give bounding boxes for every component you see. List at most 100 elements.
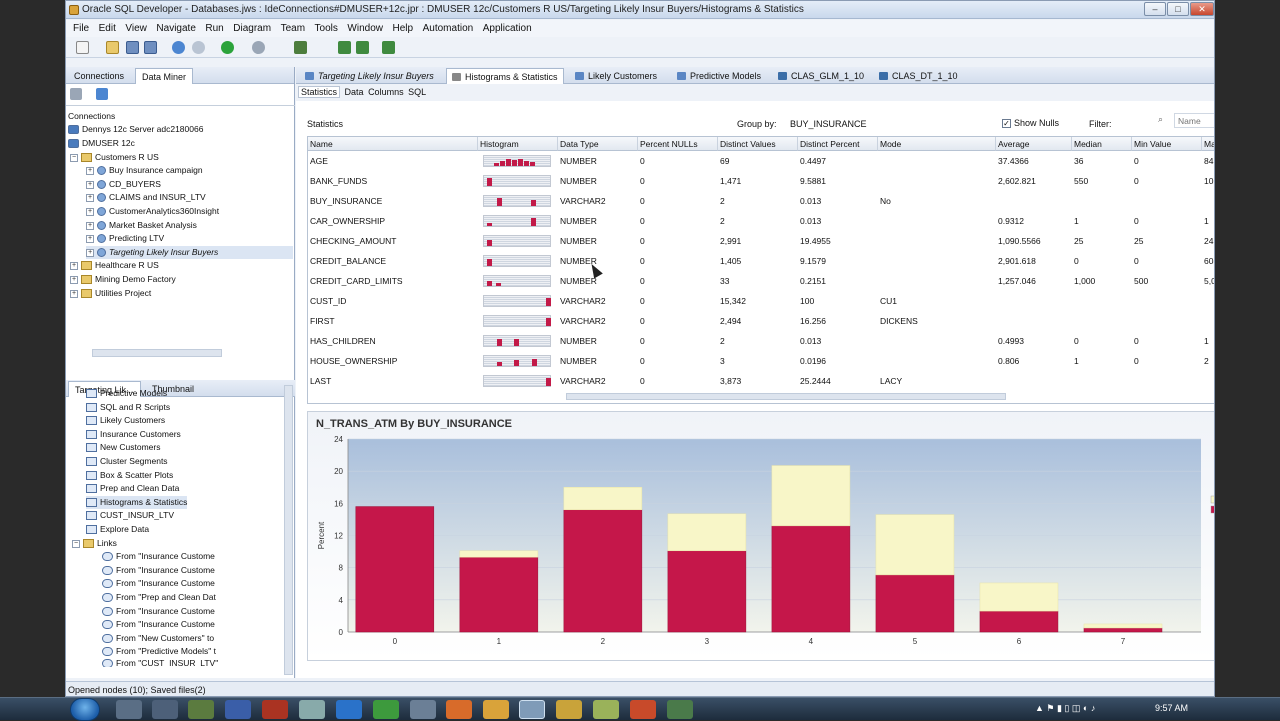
link-item[interactable]: From "Insurance Custome <box>102 605 215 618</box>
tab-connections[interactable]: Connections <box>68 68 130 84</box>
node-item[interactable]: Box & Scatter Plots <box>86 469 173 482</box>
filter-input[interactable] <box>1174 113 1214 128</box>
close-button[interactable]: ✕ <box>1190 2 1214 16</box>
histogram-sparkline[interactable] <box>483 255 551 267</box>
subtab-columns[interactable]: Columns <box>368 87 404 97</box>
table-row[interactable]: AGE NUMBER 0 69 0.4497 37.4366 36 0 84 <box>308 151 1214 171</box>
taskbar-r-icon[interactable] <box>225 700 251 719</box>
run-icon[interactable] <box>221 41 234 54</box>
node-item[interactable]: SQL and R Scripts <box>86 401 170 414</box>
col-header-histogram[interactable]: Histogram <box>478 137 558 151</box>
system-tray-icons[interactable]: ▲ ⚑ ▮ ▯ ◫ ◐ ♪ <box>1035 703 1115 715</box>
taskbar-chrome-icon[interactable] <box>373 700 399 719</box>
col-header-name[interactable]: Name <box>308 137 478 151</box>
link-item[interactable]: From "Insurance Custome <box>102 618 215 631</box>
histogram-sparkline[interactable] <box>483 155 551 167</box>
histogram-sparkline[interactable] <box>483 295 551 307</box>
col-header-distinct-values[interactable]: Distinct Values <box>718 137 798 151</box>
tree-server[interactable]: Dennys 12c Server adc2180066 <box>68 123 203 136</box>
tree-workflow-selected[interactable]: + Targeting Likely Insur Buyers <box>86 246 293 259</box>
subtab-statistics[interactable]: Statistics <box>298 86 341 98</box>
taskbar-app-icon[interactable] <box>188 700 214 719</box>
table-row[interactable]: HAS_CHILDREN NUMBER 0 2 0.013 0.4993 0 0 1 <box>308 331 1214 351</box>
menu-tools[interactable]: Tools <box>315 23 338 34</box>
subtab-sql[interactable]: SQL <box>408 87 426 97</box>
table-row[interactable]: FIRST VARCHAR2 0 2,494 16.256 DICKENS <box>308 311 1214 331</box>
taskbar-search-icon[interactable] <box>152 700 178 719</box>
histogram-sparkline[interactable] <box>483 215 551 227</box>
search-icon[interactable]: ⌕ <box>1158 114 1172 126</box>
report-icon[interactable] <box>356 41 369 54</box>
tab-clas-dt[interactable]: CLAS_DT_1_10 <box>874 68 963 84</box>
link-item[interactable]: From "Insurance Custome <box>102 550 215 563</box>
table-row[interactable]: CREDIT_CARD_LIMITS NUMBER 0 33 0.2151 1,257.0… <box>308 271 1214 291</box>
link-item[interactable]: From "Insurance Custome <box>102 577 215 590</box>
menu-automation[interactable]: Automation <box>423 23 474 34</box>
node-item[interactable]: CUST_INSUR_LTV <box>86 509 174 522</box>
node-item-selected[interactable]: Histograms & Statistics <box>86 496 188 509</box>
tree-dmuser[interactable]: DMUSER 12c <box>68 137 135 150</box>
col-header-distinct-percent[interactable]: Distinct Percent <box>798 137 878 151</box>
taskbar-app-icon[interactable] <box>556 700 582 719</box>
menu-team[interactable]: Team <box>281 23 305 34</box>
menu-edit[interactable]: Edit <box>99 23 116 34</box>
tab-predictive-models[interactable]: Predictive Models <box>672 68 766 84</box>
menu-navigate[interactable]: Navigate <box>156 23 195 34</box>
tree-project[interactable]: + Utilities Project <box>70 287 151 300</box>
save-icon[interactable] <box>126 41 139 54</box>
taskbar-chrome2-icon[interactable] <box>483 700 509 719</box>
migrate-icon[interactable] <box>382 41 395 54</box>
menu-run[interactable]: Run <box>205 23 223 34</box>
taskbar-firefox-icon[interactable] <box>446 700 472 719</box>
link-item[interactable]: From "Insurance Custome <box>102 564 215 577</box>
col-header-median[interactable]: Median <box>1072 137 1132 151</box>
maximize-button[interactable]: □ <box>1167 2 1189 16</box>
add-connection-icon[interactable] <box>70 88 82 100</box>
table-row[interactable]: BANK_FUNDS NUMBER 0 1,471 9.5881 2,602.821 550… <box>308 171 1214 191</box>
tree-workflow[interactable]: + CLAIMS and INSUR_LTV <box>86 191 206 204</box>
menu-window[interactable]: Window <box>347 23 383 34</box>
menu-view[interactable]: View <box>125 23 147 34</box>
col-header-min-value[interactable]: Min Value <box>1132 137 1202 151</box>
tab-likely-customers[interactable]: Likely Customers <box>570 68 662 84</box>
expand-icon[interactable]: + <box>70 289 78 298</box>
histogram-sparkline[interactable] <box>483 275 551 287</box>
tree-workflow[interactable]: + Market Basket Analysis <box>86 219 197 232</box>
node-item[interactable]: Likely Customers <box>86 414 165 427</box>
links-folder[interactable]: − Links <box>72 537 117 550</box>
tree-workflow[interactable]: + CustomerAnalytics360Insight <box>86 205 219 218</box>
tab-data-miner[interactable]: Data Miner <box>135 68 194 84</box>
col-header-percent-nulls[interactable]: Percent NULLs <box>638 137 718 151</box>
link-item[interactable]: From "Prep and Clean Dat <box>102 591 216 604</box>
taskbar-explorer-icon[interactable] <box>116 700 142 719</box>
tree-workflow[interactable]: + Buy Insurance campaign <box>86 164 203 177</box>
histogram-sparkline[interactable] <box>483 195 551 207</box>
col-header-mode[interactable]: Mode <box>878 137 996 151</box>
node-item[interactable]: Insurance Customers <box>86 428 181 441</box>
menu-application[interactable]: Application <box>483 23 532 34</box>
tree-customers-r-us[interactable]: − Customers R US <box>70 151 159 164</box>
col-header-max-value[interactable]: Max Value <box>1202 137 1214 151</box>
expand-icon[interactable]: + <box>86 234 94 243</box>
structure-vertical-scrollbar[interactable] <box>284 385 293 675</box>
expand-icon[interactable]: + <box>70 261 78 270</box>
tab-clas-glm[interactable]: CLAS_GLM_1_10 <box>773 68 869 84</box>
taskbar-app-icon[interactable] <box>299 700 325 719</box>
link-item[interactable]: From "Predictive Models" t <box>102 645 216 658</box>
tree-project[interactable]: + Healthcare R US <box>70 259 159 272</box>
undo-icon[interactable] <box>172 41 185 54</box>
expand-icon[interactable]: + <box>86 207 94 216</box>
node-item[interactable]: Explore Data <box>86 523 149 536</box>
node-item[interactable]: Cluster Segments <box>86 455 168 468</box>
show-nulls-checkbox[interactable]: ✓ Show Nulls <box>1002 118 1059 128</box>
redo-icon[interactable] <box>192 41 205 54</box>
node-item[interactable]: Predictive Models <box>86 387 167 400</box>
back-icon[interactable] <box>252 41 265 54</box>
histogram-sparkline[interactable] <box>483 235 551 247</box>
tree-connections-root[interactable]: Connections <box>68 110 115 123</box>
node-item[interactable]: New Customers <box>86 441 160 454</box>
histogram-sparkline[interactable] <box>483 315 551 327</box>
subtab-data[interactable]: Data <box>345 87 364 97</box>
menu-diagram[interactable]: Diagram <box>233 23 271 34</box>
expand-icon[interactable]: + <box>86 193 94 202</box>
